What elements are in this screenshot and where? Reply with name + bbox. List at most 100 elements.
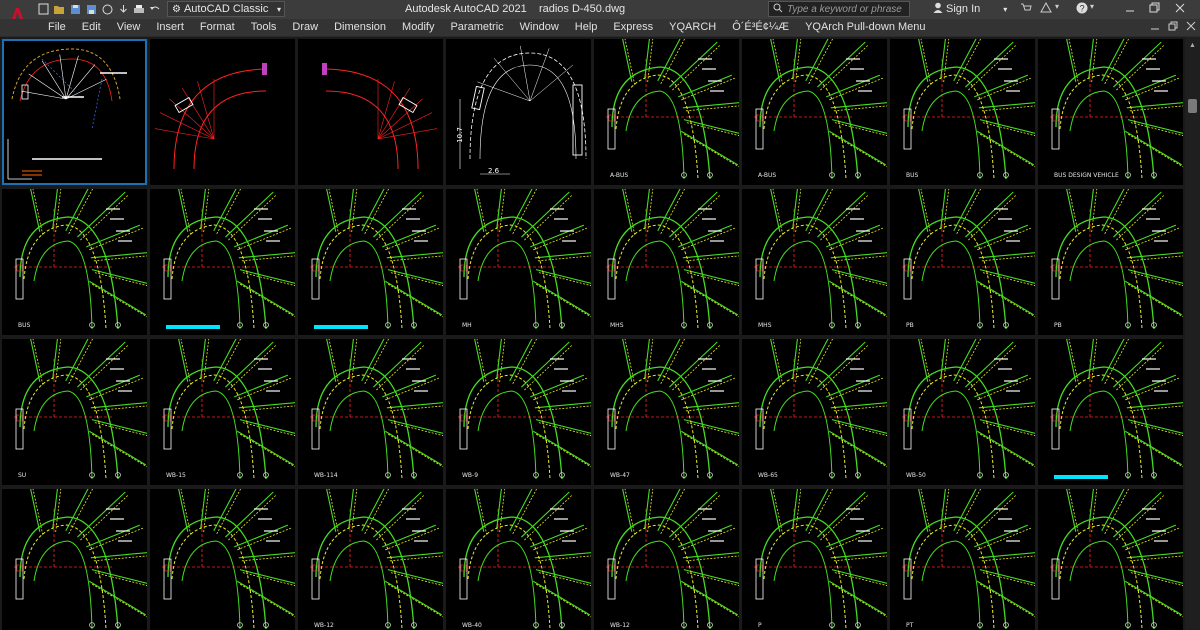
menu-yqarch[interactable]: YQARCH [661, 19, 724, 36]
chevron-down-icon[interactable]: ▾ [1055, 2, 1059, 11]
viewport[interactable] [150, 489, 295, 630]
viewport[interactable] [150, 39, 295, 185]
viewport[interactable] [1038, 489, 1183, 630]
menu-yqarch-pulldown[interactable]: YQArch Pull-down Menu [797, 19, 933, 36]
menu-draw[interactable]: Draw [284, 19, 326, 36]
swept-path-line [826, 74, 881, 98]
swept-path-line [956, 489, 981, 535]
title-bar-highlight [1054, 475, 1108, 479]
turning-arc-inner [1059, 524, 1143, 630]
swept-path-line [1126, 102, 1183, 109]
viewport[interactable]: WB-50 [890, 339, 1035, 485]
swept-path-line [660, 489, 685, 535]
viewport[interactable]: PB [1038, 189, 1183, 335]
swept-path-line [978, 552, 1035, 559]
viewport[interactable]: A-BUS [594, 39, 739, 185]
viewport[interactable]: SU [2, 339, 147, 485]
swept-path-line [660, 39, 685, 85]
viewport[interactable]: WB-12 [298, 489, 443, 630]
menu-garbled[interactable]: Ô´É³É¢¼Æ [724, 19, 797, 36]
swept-path-line [1124, 280, 1183, 316]
menu-modify[interactable]: Modify [394, 19, 442, 36]
search-input[interactable]: Type a keyword or phrase [768, 1, 910, 17]
signin-button[interactable]: Sign In ▾ [933, 2, 1007, 16]
minimize-icon[interactable] [1124, 2, 1136, 17]
menu-view[interactable]: View [109, 19, 149, 36]
viewport[interactable]: WB-15 [150, 339, 295, 485]
viewport[interactable]: WB-47 [594, 339, 739, 485]
menu-express[interactable]: Express [605, 19, 661, 36]
swept-path-line [982, 422, 1035, 437]
vehicle-axle [164, 564, 171, 572]
swept-path-line [536, 433, 591, 468]
viewport[interactable]: A-BUS [742, 39, 887, 185]
doc-minimize-icon[interactable] [1150, 21, 1160, 34]
open-icon[interactable] [52, 2, 66, 16]
viewport[interactable]: WB-40 [446, 489, 591, 630]
search-placeholder: Type a keyword or phrase [787, 3, 902, 15]
viewport[interactable]: MHS [742, 189, 887, 335]
turning-arc-inner [615, 224, 699, 330]
vehicle-label: WB-47 [610, 472, 630, 479]
swept-path-line [240, 433, 295, 468]
viewport[interactable] [150, 189, 295, 335]
drawing-area[interactable]: 10.7 2.6 A-BUS A-BUS BUS BUS DESIGN VEHICLE BU… [0, 37, 1185, 630]
help-icon[interactable]: ? [1076, 2, 1088, 17]
turning-arc-inner [911, 524, 995, 630]
doc-close-icon[interactable] [1186, 21, 1196, 34]
swept-path-line [1130, 272, 1183, 287]
viewport[interactable]: WB-9 [446, 339, 591, 485]
viewport[interactable]: MHS [594, 189, 739, 335]
viewport[interactable]: 10.7 2.6 [446, 39, 591, 185]
swept-path-line [94, 572, 147, 587]
swept-path-line [980, 583, 1035, 618]
swept-path-line [90, 552, 147, 559]
viewport[interactable]: WB-65 [742, 339, 887, 485]
viewport[interactable]: PT [890, 489, 1035, 630]
viewport[interactable]: MH [446, 189, 591, 335]
viewport[interactable]: PB [890, 189, 1035, 335]
workspace-switcher[interactable]: ⚙ AutoCAD Classic ▾ [167, 1, 285, 17]
viewport[interactable] [298, 39, 443, 185]
menu-window[interactable]: Window [512, 19, 567, 36]
viewport[interactable] [2, 489, 147, 630]
menu-parametric[interactable]: Parametric [442, 19, 511, 36]
swept-path-line [1122, 74, 1177, 98]
viewport[interactable]: BUS [2, 189, 147, 335]
viewport[interactable] [298, 189, 443, 335]
exchange-cart-icon[interactable] [1020, 2, 1032, 16]
menu-file[interactable]: File [40, 19, 74, 36]
save-as-icon[interactable] [84, 2, 98, 16]
viewport[interactable]: P [742, 489, 887, 630]
viewport[interactable]: BUS [890, 39, 1035, 185]
viewport-drawing [154, 63, 267, 170]
chevron-down-icon[interactable]: ▾ [1090, 2, 1094, 11]
menu-help[interactable]: Help [567, 19, 606, 36]
vehicle-axle [608, 564, 615, 572]
doc-restore-icon[interactable] [1168, 21, 1178, 34]
viewport[interactable]: WB-12 [594, 489, 739, 630]
menu-insert[interactable]: Insert [148, 19, 192, 36]
plot-icon[interactable] [132, 2, 146, 16]
viewport[interactable]: WB-114 [298, 339, 443, 485]
viewport[interactable] [1038, 339, 1183, 485]
autodesk-a360-icon[interactable] [1040, 1, 1052, 16]
menu-format[interactable]: Format [192, 19, 243, 36]
undo-icon[interactable] [148, 2, 162, 16]
open-web-icon[interactable] [100, 2, 114, 16]
save-icon[interactable] [68, 2, 82, 16]
vehicle-axle [460, 264, 467, 272]
menu-dimension[interactable]: Dimension [326, 19, 394, 36]
save-web-icon[interactable] [116, 2, 130, 16]
viewport[interactable]: BUS DESIGN VEHICLE [1038, 39, 1183, 185]
scroll-up-icon[interactable]: ▲ [1188, 41, 1197, 49]
new-icon[interactable] [36, 2, 50, 16]
restore-icon[interactable] [1148, 2, 1160, 17]
swept-path-line [388, 283, 443, 318]
vertical-scrollbar[interactable]: ▲ [1185, 37, 1200, 630]
menu-tools[interactable]: Tools [243, 19, 285, 36]
menu-edit[interactable]: Edit [74, 19, 109, 36]
close-icon[interactable] [1174, 2, 1186, 17]
scrollbar-thumb[interactable] [1188, 99, 1197, 113]
viewport-active[interactable] [2, 39, 147, 185]
